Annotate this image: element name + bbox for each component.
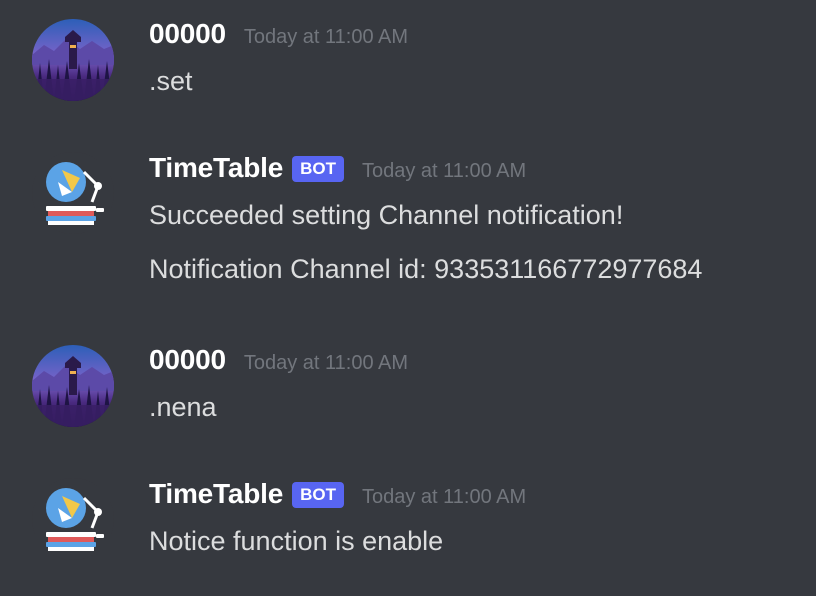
message-header: TimeTable BOT Today at 11:00 AM <box>149 152 526 185</box>
message-text: Notification Channel id: 933531166772977… <box>149 254 703 284</box>
message-timestamp[interactable]: Today at 11:00 AM <box>362 160 526 183</box>
author-name[interactable]: 00000 <box>149 18 226 50</box>
message-text: Succeeded setting Channel notification! <box>149 200 624 230</box>
desk-lamp-books-icon <box>46 162 104 225</box>
author-name[interactable]: TimeTable <box>149 478 283 510</box>
message-header: 00000 Today at 11:00 AM <box>149 344 408 376</box>
message-text: .set <box>149 66 193 96</box>
bot-badge: BOT <box>292 156 344 182</box>
bot-avatar[interactable] <box>32 152 114 234</box>
user-avatar[interactable] <box>32 345 114 427</box>
message-header: TimeTable BOT Today at 11:00 AM <box>149 478 526 511</box>
author-name[interactable]: 00000 <box>149 344 226 376</box>
landscape-avatar-icon <box>32 345 114 427</box>
message-text: .nena <box>149 392 217 422</box>
message-header: 00000 Today at 11:00 AM <box>149 18 408 50</box>
message-timestamp[interactable]: Today at 11:00 AM <box>362 486 526 509</box>
user-avatar[interactable] <box>32 19 114 101</box>
message-timestamp[interactable]: Today at 11:00 AM <box>244 352 408 375</box>
bot-avatar[interactable] <box>32 478 114 560</box>
desk-lamp-books-icon <box>46 488 104 551</box>
landscape-avatar-icon <box>32 19 114 101</box>
bot-badge: BOT <box>292 482 344 508</box>
author-name[interactable]: TimeTable <box>149 152 283 184</box>
message-timestamp[interactable]: Today at 11:00 AM <box>244 26 408 49</box>
message-text: Notice function is enable <box>149 526 444 556</box>
